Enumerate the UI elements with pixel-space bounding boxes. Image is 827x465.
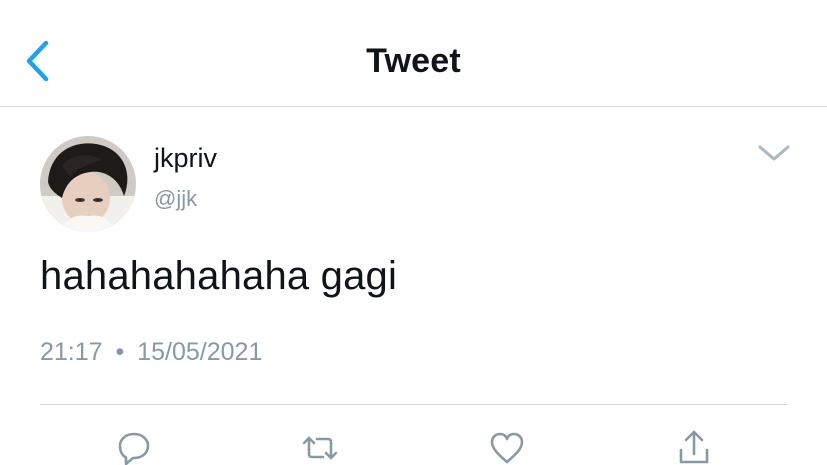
reply-icon [118,432,150,465]
more-options-button[interactable] [754,140,794,166]
avatar-image [40,136,136,232]
meta-separator: • [115,338,125,366]
reply-button[interactable] [114,428,154,465]
tweet-timestamp: 21:17 • 15/05/2021 [40,338,262,367]
tweet-detail-screen: Tweet jkpriv @jjk hahahahahaha gagi 21:1… [0,0,827,465]
page-title: Tweet [366,42,461,80]
share-icon [679,430,709,464]
tweet-time: 21:17 [40,338,103,366]
retweet-button[interactable] [300,428,340,465]
display-name[interactable]: jkpriv [154,143,217,174]
share-button[interactable] [674,428,714,465]
chevron-down-icon [758,145,790,161]
retweet-icon [302,436,338,460]
nav-header: Tweet [0,0,827,107]
avatar[interactable] [40,136,136,232]
divider [40,404,788,405]
user-handle[interactable]: @jjk [154,186,197,212]
tweet-text: hahahahahaha gagi [40,254,398,298]
like-button[interactable] [487,428,527,465]
heart-icon [490,432,524,464]
tweet-date: 15/05/2021 [137,338,263,366]
